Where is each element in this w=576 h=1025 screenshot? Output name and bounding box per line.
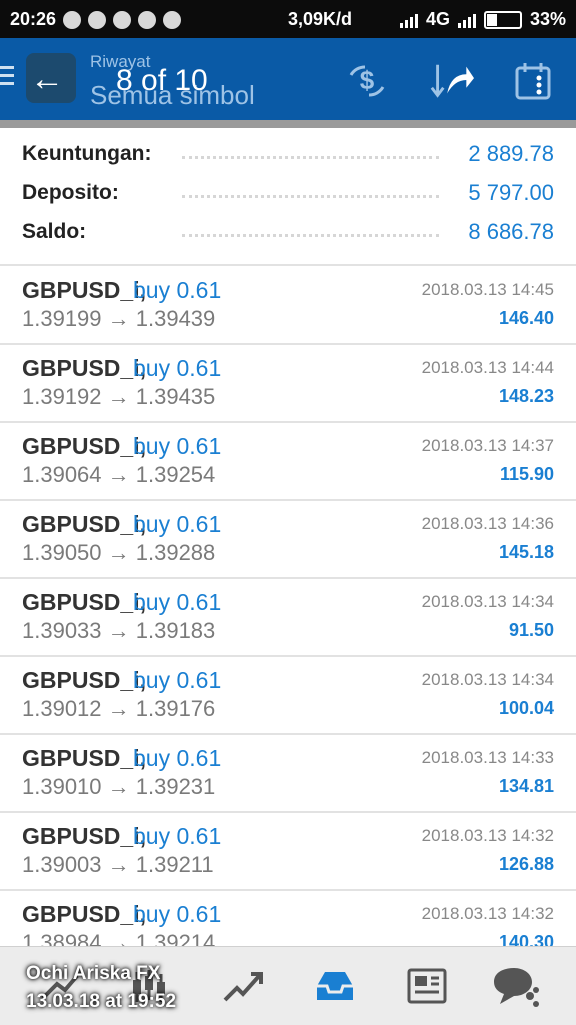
trade-symbol: GBPUSD_i, (22, 355, 146, 381)
notification-icon (88, 10, 107, 29)
trade-symbol: GBPUSD_i, (22, 433, 146, 459)
app-bar: ← Riwayat Semua simbol 8 of 10 $ (0, 38, 576, 120)
trade-time: 2018.03.13 14:37 (421, 436, 554, 455)
trade-direction: buy 0.61 (133, 511, 222, 537)
trade-profit: 115.90 (499, 464, 554, 484)
trade-row[interactable]: GBPUSD_i, buy 0.61 1.39010 → 1.39231 201… (0, 735, 576, 813)
summary-value: 8 686.78 (468, 219, 554, 244)
trade-profit: 148.23 (498, 386, 554, 406)
trade-time: 2018.03.13 14:36 (421, 514, 554, 533)
trade-symbol: GBPUSD_i, (22, 511, 146, 537)
calendar-icon[interactable] (510, 58, 556, 104)
status-time: 20:26 (10, 9, 57, 29)
trade-direction: buy 0.61 (133, 823, 222, 849)
trade-prices: 1.39012 → 1.39176 (22, 696, 216, 721)
trade-row[interactable]: GBPUSD_i, buy 0.61 1.39012 → 1.39176 201… (0, 657, 576, 735)
notification-icon (113, 10, 132, 29)
trade-row[interactable]: GBPUSD_i, buy 0.61 1.39064 → 1.39254 201… (0, 423, 576, 501)
trade-direction: buy 0.61 (133, 355, 222, 381)
trade-row[interactable]: GBPUSD_i, buy 0.61 1.39199 → 1.39439 201… (0, 267, 576, 345)
trade-symbol: GBPUSD_i, (22, 745, 146, 771)
menu-icon[interactable] (0, 66, 14, 90)
signal-icon (399, 12, 418, 28)
trade-direction: buy 0.61 (133, 277, 222, 303)
summary-row-deposit: Deposito: 5 797.00 (22, 177, 554, 209)
trade-direction: buy 0.61 (133, 667, 222, 693)
trade-row[interactable]: GBPUSD_i, buy 0.61 1.39192 → 1.39435 201… (0, 345, 576, 423)
trade-time: 2018.03.13 14:32 (421, 904, 554, 923)
trade-icon[interactable] (218, 961, 268, 1011)
dotted-leader (182, 234, 439, 237)
notification-icon (138, 10, 157, 29)
summary-label: Deposito: (22, 181, 119, 204)
status-right: 4G 33% (399, 9, 566, 30)
trade-prices: 1.39033 → 1.39183 (22, 618, 216, 643)
trade-symbol: GBPUSD_i, (22, 901, 146, 927)
trade-prices: 1.39199 → 1.39439 (22, 306, 216, 331)
trade-direction: buy 0.61 (133, 589, 222, 615)
trade-prices: 1.39192 → 1.39435 (22, 384, 216, 409)
trade-profit: 145.18 (498, 542, 554, 562)
summary-row-profit: Keuntungan: 2 889.78 (22, 138, 554, 170)
trade-direction: buy 0.61 (133, 433, 222, 459)
trade-prices: 1.39003 → 1.39211 (22, 852, 214, 877)
history-icon[interactable] (310, 961, 360, 1011)
trade-time: 2018.03.13 14:34 (421, 670, 554, 689)
trade-prices: 1.39050 → 1.39288 (22, 540, 216, 565)
chat-icon[interactable] (490, 961, 540, 1011)
summary-value: 5 797.00 (468, 180, 554, 205)
trade-time: 2018.03.13 14:44 (421, 358, 554, 377)
trade-profit: 140.30 (498, 932, 554, 946)
gallery-counter: 8 of 10 (116, 64, 208, 97)
trade-profit: 100.04 (498, 698, 554, 718)
summary-label: Keuntungan: (22, 142, 152, 165)
trade-row[interactable]: GBPUSD_i, buy 0.61 1.39033 → 1.39183 201… (0, 579, 576, 657)
trade-time: 2018.03.13 14:33 (421, 748, 554, 767)
notification-icon (163, 10, 182, 29)
trade-symbol: GBPUSD_i, (22, 667, 146, 693)
photo-caption: Ochi Ariska FX 13.03.18 at 19:52 (26, 960, 176, 1016)
network-speed: 3,09K/d (288, 9, 353, 29)
trade-row[interactable]: GBPUSD_i, buy 0.61 1.39003 → 1.39211 201… (0, 813, 576, 891)
summary-label: Saldo: (22, 220, 87, 243)
notification-icon (63, 10, 82, 29)
summary-row-balance: Saldo: 8 686.78 (22, 216, 554, 248)
header-divider (0, 120, 576, 128)
trade-time: 2018.03.13 14:32 (421, 826, 554, 845)
battery-icon (483, 10, 522, 29)
battery-level: 33% (529, 9, 566, 29)
trade-time: 2018.03.13 14:34 (421, 592, 554, 611)
currency-exchange-icon[interactable]: $ (344, 58, 390, 104)
signal-icon (457, 12, 476, 28)
trade-profit: 91.50 (508, 620, 554, 640)
trade-row[interactable]: GBPUSD_i, buy 0.61 1.39050 → 1.39288 201… (0, 501, 576, 579)
trade-direction: buy 0.61 (133, 745, 222, 771)
sort-icon[interactable] (428, 58, 474, 104)
trade-prices: 1.39064 → 1.39254 (22, 462, 216, 487)
trade-profit: 126.88 (498, 854, 554, 874)
svg-text:$: $ (360, 65, 375, 95)
trade-prices: 1.38984 → 1.39214 (22, 930, 216, 946)
trade-symbol: GBPUSD_i, (22, 277, 146, 303)
trade-profit: 134.81 (498, 776, 554, 796)
summary-divider (0, 264, 576, 266)
account-summary: Keuntungan: 2 889.78 Deposito: 5 797.00 … (0, 128, 576, 264)
status-bar: 20:26 3,09K/d 4G 33% (0, 0, 576, 38)
news-icon[interactable] (402, 961, 452, 1011)
trade-row[interactable]: GBPUSD_i, buy 0.61 1.38984 → 1.39214 201… (0, 891, 576, 946)
trade-symbol: GBPUSD_i, (22, 823, 146, 849)
network-type: 4G (425, 9, 450, 29)
dotted-leader (182, 195, 439, 198)
caption-date: 13.03.18 at 19:52 (26, 991, 177, 1012)
status-left: 20:26 (10, 9, 182, 30)
trade-direction: buy 0.61 (133, 901, 222, 927)
trade-time: 2018.03.13 14:45 (421, 280, 554, 299)
back-arrow-icon[interactable]: ← (30, 62, 64, 96)
dotted-leader (182, 156, 439, 159)
caption-name: Ochi Ariska FX (26, 963, 161, 984)
summary-value: 2 889.78 (468, 141, 554, 166)
trade-prices: 1.39010 → 1.39231 (22, 774, 216, 799)
trade-profit: 146.40 (498, 308, 554, 328)
trade-symbol: GBPUSD_i, (22, 589, 146, 615)
